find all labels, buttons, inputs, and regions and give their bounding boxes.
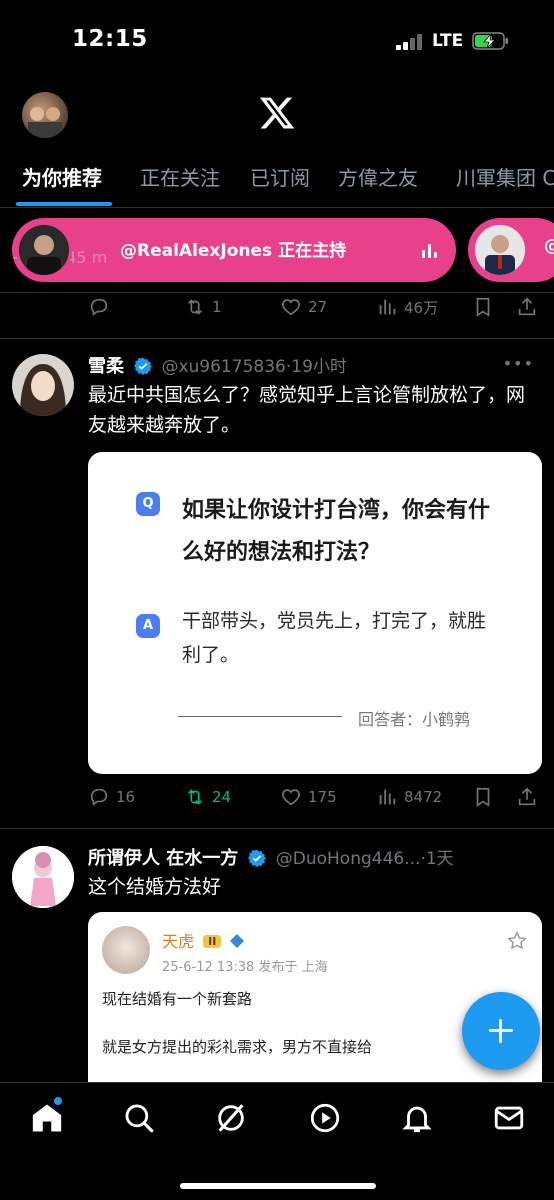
space-host-label: @RealAlexJones 正在主持 [120,241,347,261]
share-button[interactable] [516,296,538,318]
tweet-text: 最近中共国怎么了？感觉知乎上言论管制放松了，网友越来越奔放了。 [88,384,526,436]
tweet-header: 雪柔 @xu96175836·19小时 [88,352,347,378]
bookmark-button[interactable] [472,786,494,808]
reply-button[interactable] [88,296,116,318]
retweet-icon [187,299,203,315]
active-tab-indicator [16,202,112,206]
crown-level-badge: II [203,935,222,948]
heart-icon [282,299,300,316]
divider [0,338,554,339]
tweet-actions-0: 1 27 46万 [0,288,554,328]
tab-for-you[interactable]: 为你推荐 [22,162,102,191]
messages-envelope-icon[interactable] [492,1101,526,1135]
x-logo-icon [259,97,295,129]
reply-icon [90,298,108,316]
like-button[interactable]: 27 [280,296,327,318]
notifications-bell-icon[interactable] [400,1101,434,1135]
author-handle[interactable]: @DuoHong446... [276,849,421,869]
author-name[interactable]: 雪柔 [88,356,124,377]
home-indicator-bar [180,1183,376,1189]
status-time: 12:15 [72,26,148,52]
retweet-button[interactable]: 1 [184,296,222,318]
tweet-time: ·19小时 [285,357,347,377]
weibo-text-line-1: 现在结婚有一个新套路 [102,990,253,1008]
top-header [0,84,554,148]
weibo-user-avatar [102,926,150,974]
space-host-label-2: @ [544,236,554,256]
answer-badge: A [136,614,160,638]
tab-following[interactable]: 正在关注 [140,162,220,191]
cellular-signal-icon [396,34,424,50]
author-avatar[interactable] [12,846,74,908]
tab-list-friends[interactable]: 方偉之友 [338,162,418,191]
space-card-2[interactable]: @ [468,218,554,282]
verified-diamond-icon [230,934,245,948]
tweet-header: 所谓伊人 在水一方 @DuoHong446...·1天 [88,844,454,870]
network-type: LTE [432,31,464,51]
search-icon[interactable] [122,1101,156,1135]
weibo-text-line-2: 就是女方提出的彩礼需求，男方不直接给 [102,1038,373,1056]
bookmark-button[interactable] [472,296,494,318]
home-icon[interactable] [30,1101,64,1135]
tab-list-group[interactable]: 川軍集团 C [456,162,554,191]
retweet-button[interactable]: 24 [184,786,231,808]
more-options-icon[interactable]: ••• [503,354,534,373]
bookmark-icon [476,297,490,317]
views-button[interactable]: 46万 [376,296,438,318]
space-card-alexjones[interactable]: +639545 m @RealAlexJones 正在主持 [12,218,456,282]
divider [0,828,554,829]
tweet-time: ·1天 [420,849,454,869]
verified-badge-icon [248,849,267,867]
timeline-tabs: 为你推荐 正在关注 已订阅 方偉之友 川軍集团 C [0,150,554,208]
share-icon [518,787,536,806]
share-icon [518,297,536,316]
qa-answerer: 回答者：小鹤鹑 [358,710,471,729]
tab-subscribed[interactable]: 已订阅 [250,162,310,191]
tweet-actions-1: 16 24 175 8472 [0,778,554,818]
spaces-row: +639545 m @RealAlexJones 正在主持 @ [0,210,554,290]
retweet-icon [187,789,203,805]
weibo-post-meta: 25-6-12 13:38 发布于 上海 [162,960,328,975]
video-play-icon[interactable] [308,1101,342,1135]
views-chart-icon [379,299,396,315]
profile-avatar[interactable] [22,92,68,138]
reply-icon [90,788,108,806]
like-button[interactable]: 175 [280,786,337,808]
weibo-user-name: 天虎 [162,932,195,951]
weibo-user-row: 天虎 II [162,928,245,952]
qa-question: 如果让你设计打台湾，你会有什么好的想法和打法？ [182,498,491,565]
views-chart-icon [379,789,396,805]
status-bar: 12:15 LTE [0,0,554,84]
space-host-avatar [16,222,72,278]
star-icon [507,931,527,950]
battery-charging-icon [472,32,508,50]
tweet-text: 这个结婚方法好 [88,876,222,898]
author-name[interactable]: 所谓伊人 在水一方 [88,848,238,869]
compose-post-button[interactable] [462,992,540,1070]
views-button[interactable]: 8472 [376,786,442,808]
qa-answer: 干部带头，党员先上，打完了，就胜利了。 [182,610,487,666]
verified-badge-icon [133,357,152,375]
author-handle[interactable]: @xu96175836 [161,357,285,377]
reply-button[interactable]: 16 [88,786,135,808]
qa-divider-line [178,716,342,717]
home-notification-dot [54,1097,62,1105]
zhihu-qa-image[interactable]: Q 如果让你设计打台湾，你会有什么好的想法和打法？ A 干部带头，党员先上，打完… [88,452,542,774]
grok-icon[interactable] [214,1101,248,1135]
bottom-navigation [0,1082,554,1200]
bookmark-icon [476,787,490,807]
live-audio-icon [422,242,442,258]
question-badge: Q [136,492,160,516]
space-host-avatar-2 [472,222,528,278]
author-avatar[interactable] [12,354,74,416]
heart-icon [282,789,300,806]
share-button[interactable] [516,786,538,808]
